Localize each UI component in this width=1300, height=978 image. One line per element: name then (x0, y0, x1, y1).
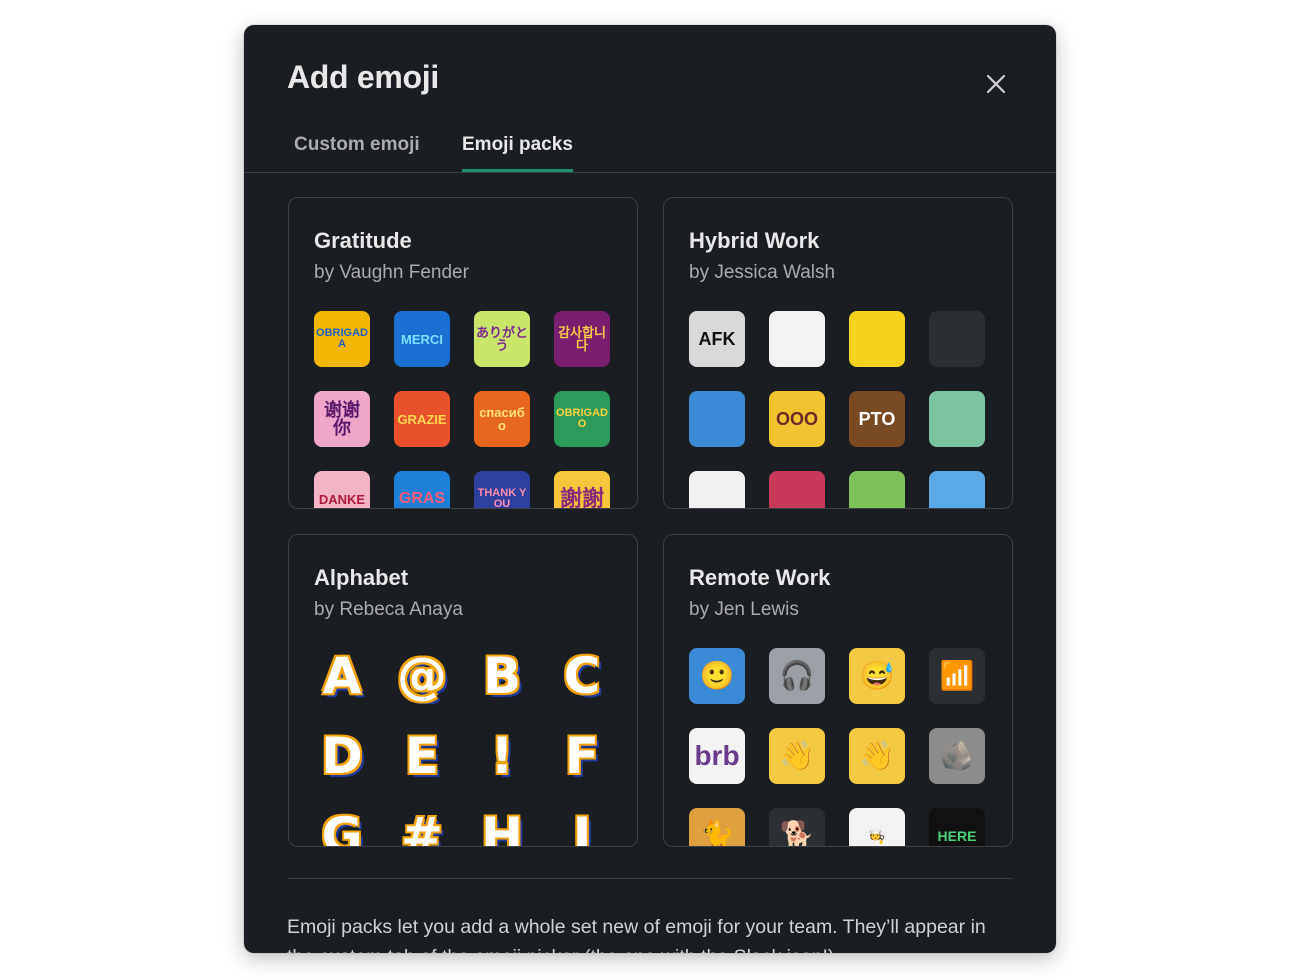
cat-keyboard-icon: 🐈 (689, 808, 745, 846)
thank-you-sticker-icon: THANK YOU (474, 471, 530, 508)
office-building-icon (929, 471, 985, 508)
letter-f-icon: F (564, 728, 600, 784)
backpack-icon (689, 391, 745, 447)
pto-suitcase-icon: PTO (849, 391, 905, 447)
letter-d-icon: D (321, 728, 363, 784)
obrigado-sticker-icon: OBRIGADO (554, 391, 610, 447)
car-sign-icon (849, 311, 905, 367)
pack-author: by Vaughn Fender (314, 262, 469, 283)
at-sign-icon: @ (397, 648, 447, 704)
afk-keycap-icon: AFK (689, 311, 745, 367)
coffee-shop-icon (769, 471, 825, 508)
hash-icon: # (401, 808, 443, 847)
pack-card-alphabet[interactable]: Alphabet by Rebeca Anaya A @ B C D E! F G # H I (288, 534, 638, 847)
letter-i-icon: I (572, 808, 592, 847)
divider (287, 878, 1013, 879)
pack-title: Alphabet (314, 565, 409, 590)
close-button[interactable] (977, 65, 1015, 103)
letter-h-icon: H (481, 808, 523, 847)
confused-faces-icon: 😅 (849, 648, 905, 704)
video-call-grid-icon: 🙂 (689, 648, 745, 704)
arigatou-sticker-icon: ありがとう (474, 311, 530, 367)
pack-author: by Rebeca Anaya (314, 599, 463, 620)
modal-title: Add emoji (287, 59, 439, 95)
gracias-sticker-icon: GRAS (394, 471, 450, 508)
chef-icon: 🧑‍🍳 (849, 808, 905, 846)
face-mask-icon (929, 391, 985, 447)
burning-laptop-icon (929, 311, 985, 367)
letter-b-icon: B (482, 648, 522, 704)
tab-bar: Custom emoji Emoji packs (244, 125, 1056, 173)
letter-e-icon: E (404, 728, 440, 784)
footer-description: Emoji packs let you add a whole set new … (287, 916, 986, 953)
xiexie-sticker-icon: 谢谢你 (314, 391, 370, 447)
exclamation-icon: ! (490, 728, 514, 784)
ooo-note-icon: OOO (769, 391, 825, 447)
grazie-sticker-icon: GRAZIE (394, 391, 450, 447)
pack-card-remote-work[interactable]: Remote Work by Jen Lewis 🙂 🎧 😅 📶 brb 👋 👋 🪨 🐈 🐕 🧑‍🍳… (663, 534, 1013, 847)
pack-author: by Jen Lewis (689, 599, 799, 620)
close-icon (986, 74, 1006, 94)
letter-a-icon: A (322, 648, 362, 704)
waving-face-icon: 👋 (769, 728, 825, 784)
letter-c-icon: C (563, 648, 601, 704)
obrigada-sticker-icon: OBRIGADA (314, 311, 370, 367)
headphones-laptop-icon: 🎧 (769, 648, 825, 704)
add-emoji-modal: Add emoji Custom emoji Emoji packs Grati… (244, 25, 1056, 953)
hanging-sign-icon: HERE (929, 808, 985, 846)
no-wifi-icon: 📶 (929, 648, 985, 704)
slippers-icon (769, 311, 825, 367)
dog-leash-icon: 🐕 (769, 808, 825, 846)
pack-author: by Jessica Walsh (689, 262, 836, 283)
pack-title: Remote Work (689, 565, 831, 590)
danke-sticker-icon: DANKE (314, 471, 370, 508)
gamsahamnida-sticker-icon: 감사합니다 (554, 311, 610, 367)
home-icon (849, 471, 905, 508)
pack-title: Hybrid Work (689, 228, 820, 253)
tab-emoji-packs[interactable]: Emoji packs (462, 134, 573, 172)
brb-chef-icon: brb (689, 728, 745, 784)
pack-title: Gratitude (314, 228, 412, 253)
merci-sticker-icon: MERCI (394, 311, 450, 367)
stacked-stones-icon: 🪨 (929, 728, 985, 784)
pack-card-hybrid-work[interactable]: Hybrid Work by Jessica Walsh AFK OOO PTO (663, 197, 1013, 509)
letter-g-icon: G (321, 808, 363, 847)
melting-clock-icon (689, 471, 745, 508)
pack-card-gratitude[interactable]: Gratitude by Vaughn Fender OBRIGADA MERCI… (288, 197, 638, 509)
waving-face-left-icon: 👋 (849, 728, 905, 784)
xiexie-traditional-sticker-icon: 謝謝 (554, 471, 610, 508)
spasibo-sticker-icon: спасибо (474, 391, 530, 447)
tab-custom-emoji[interactable]: Custom emoji (294, 134, 420, 171)
